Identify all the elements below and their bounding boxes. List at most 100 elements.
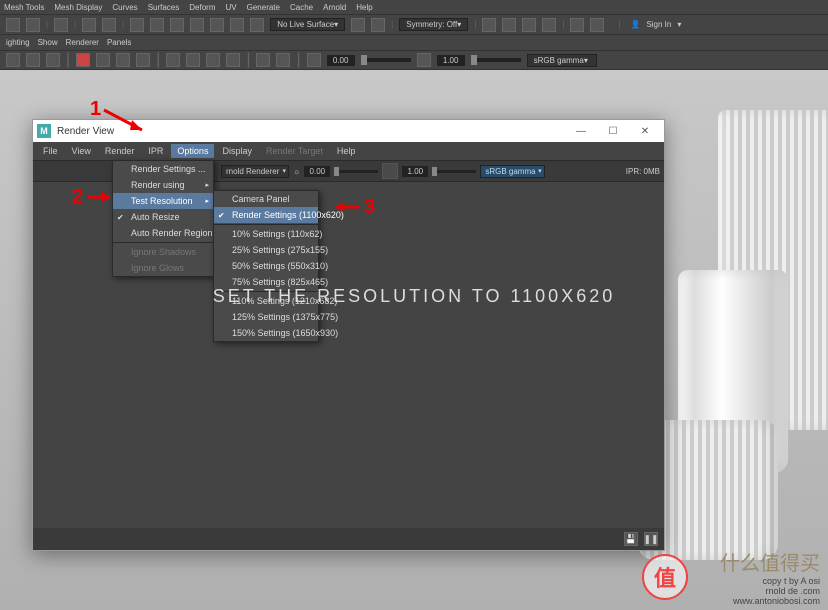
panel-menu-renderer[interactable]: Renderer	[66, 38, 99, 47]
panel-toolbar: | | | | 0.00 1.00 sRGB gamma ▾	[0, 50, 828, 70]
tool-icon[interactable]	[166, 53, 180, 67]
tool-icon[interactable]	[226, 53, 240, 67]
tool-icon[interactable]	[371, 18, 385, 32]
undo-icon[interactable]	[82, 18, 96, 32]
tool-icon[interactable]	[351, 18, 365, 32]
annotation-label-3: 3	[364, 196, 375, 219]
menu-deform[interactable]: Deform	[189, 3, 215, 12]
menu-generate[interactable]: Generate	[247, 3, 280, 12]
minimize-button[interactable]: —	[566, 122, 596, 140]
renderer-dropdown[interactable]: rnold Renderer	[221, 165, 289, 178]
select-icon[interactable]	[130, 18, 144, 32]
display-icon[interactable]	[26, 53, 40, 67]
exposure-icon[interactable]	[307, 53, 321, 67]
rv-menu-render[interactable]: Render	[99, 144, 141, 158]
watermark-badge: 值	[642, 554, 688, 600]
play-icon[interactable]	[570, 18, 584, 32]
pause-icon[interactable]: ❚❚	[644, 532, 658, 546]
menu-item-10pct[interactable]: 10% Settings (110x62)	[214, 226, 318, 242]
rv-menu-render-target[interactable]: Render Target	[260, 144, 329, 158]
signin-button[interactable]: Sign In	[646, 20, 671, 29]
snap-icon[interactable]	[190, 18, 204, 32]
tool-icon[interactable]	[186, 53, 200, 67]
close-button[interactable]: ✕	[630, 122, 660, 140]
menu-surfaces[interactable]: Surfaces	[148, 3, 180, 12]
menu-arnold[interactable]: Arnold	[323, 3, 346, 12]
symmetry-dropdown[interactable]: Symmetry: Off ▾	[399, 18, 468, 31]
rv-exposure-value[interactable]: 0.00	[304, 166, 330, 177]
menu-curves[interactable]: Curves	[112, 3, 137, 12]
snap-icon[interactable]	[250, 18, 264, 32]
rv-menu-help[interactable]: Help	[331, 144, 362, 158]
panel-menu-panels[interactable]: Panels	[107, 38, 131, 47]
rv-menu-ipr[interactable]: IPR	[142, 144, 169, 158]
menu-item-camera-panel[interactable]: Camera Panel	[214, 191, 318, 207]
tool-icon[interactable]	[206, 53, 220, 67]
play-icon[interactable]	[590, 18, 604, 32]
render-icon[interactable]	[482, 18, 496, 32]
main-toolbar-shelf: | | | No Live Surface ▾ | Symmetry: Off …	[0, 14, 828, 34]
menu-item-ignore-glows: Ignore Glows	[113, 260, 213, 276]
menu-mesh-tools[interactable]: Mesh Tools	[4, 3, 44, 12]
menu-item-25pct[interactable]: 25% Settings (275x155)	[214, 242, 318, 258]
rv-gamma-slider[interactable]	[432, 170, 476, 173]
menu-item-render-settings-res[interactable]: ✔Render Settings (1100x620)	[214, 207, 318, 223]
render-view-menubar: File View Render IPR Options Display Ren…	[33, 142, 664, 160]
render-icon[interactable]	[502, 18, 516, 32]
rv-exposure-slider[interactable]	[334, 170, 378, 173]
exposure-value[interactable]: 0.00	[327, 55, 355, 66]
menu-item-test-resolution[interactable]: Test Resolution▸	[113, 193, 213, 209]
menu-item-auto-resize[interactable]: ✔Auto Resize	[113, 209, 213, 225]
tool-icon[interactable]	[26, 18, 40, 32]
select-icon[interactable]	[170, 18, 184, 32]
panel-menu-show[interactable]: Show	[38, 38, 58, 47]
tool-icon[interactable]	[6, 18, 20, 32]
contrast-icon[interactable]	[382, 163, 398, 179]
rv-menu-display[interactable]: Display	[216, 144, 258, 158]
menu-item-125pct[interactable]: 125% Settings (1375x775)	[214, 309, 318, 325]
menu-item-render-settings[interactable]: Render Settings ...	[113, 161, 213, 177]
rv-menu-view[interactable]: View	[66, 144, 97, 158]
menu-item-auto-render-region[interactable]: Auto Render Region	[113, 225, 213, 241]
live-surface-dropdown[interactable]: No Live Surface ▾	[270, 18, 345, 31]
exposure-icon: ☼	[293, 167, 300, 176]
menu-cache[interactable]: Cache	[290, 3, 313, 12]
camera-icon[interactable]	[6, 53, 20, 67]
gamma-slider[interactable]	[471, 58, 521, 62]
exposure-slider[interactable]	[361, 58, 411, 62]
ipr-icon[interactable]	[96, 53, 110, 67]
menu-help[interactable]: Help	[356, 3, 372, 12]
annotation-arrow-2	[86, 190, 120, 204]
record-icon[interactable]	[76, 53, 90, 67]
rv-menu-options[interactable]: Options	[171, 144, 214, 158]
rv-gamma-value[interactable]: 1.00	[402, 166, 428, 177]
rv-menu-file[interactable]: File	[37, 144, 64, 158]
main-menubar[interactable]: Mesh Tools Mesh Display Curves Surfaces …	[0, 0, 828, 14]
panel-menu-lighting[interactable]: ighting	[6, 38, 30, 47]
rv-colorspace-dropdown[interactable]: sRGB gamma	[480, 165, 544, 178]
display-icon[interactable]	[46, 53, 60, 67]
menu-item-render-using[interactable]: Render using▸	[113, 177, 213, 193]
tool-icon[interactable]	[276, 53, 290, 67]
render-icon[interactable]	[522, 18, 536, 32]
snap-icon[interactable]	[230, 18, 244, 32]
maximize-button[interactable]: ☐	[598, 122, 628, 140]
annotation-arrow-1	[102, 108, 152, 138]
pause-icon[interactable]	[136, 53, 150, 67]
menu-item-50pct[interactable]: 50% Settings (550x310)	[214, 258, 318, 274]
gamma-icon[interactable]	[417, 53, 431, 67]
menu-uv[interactable]: UV	[226, 3, 237, 12]
select-icon[interactable]	[150, 18, 164, 32]
render-icon[interactable]	[542, 18, 556, 32]
colorspace-dropdown[interactable]: sRGB gamma ▾	[527, 54, 597, 67]
redo-icon[interactable]	[102, 18, 116, 32]
tool-icon[interactable]	[256, 53, 270, 67]
menu-item-150pct[interactable]: 150% Settings (1650x930)	[214, 325, 318, 341]
menu-mesh-display[interactable]: Mesh Display	[54, 3, 102, 12]
stop-icon[interactable]	[116, 53, 130, 67]
snap-icon[interactable]	[210, 18, 224, 32]
save-icon[interactable]	[54, 18, 68, 32]
gamma-value[interactable]: 1.00	[437, 55, 465, 66]
save-image-icon[interactable]: 💾	[624, 532, 638, 546]
watermark-phrase: 什么值得买	[720, 547, 820, 576]
